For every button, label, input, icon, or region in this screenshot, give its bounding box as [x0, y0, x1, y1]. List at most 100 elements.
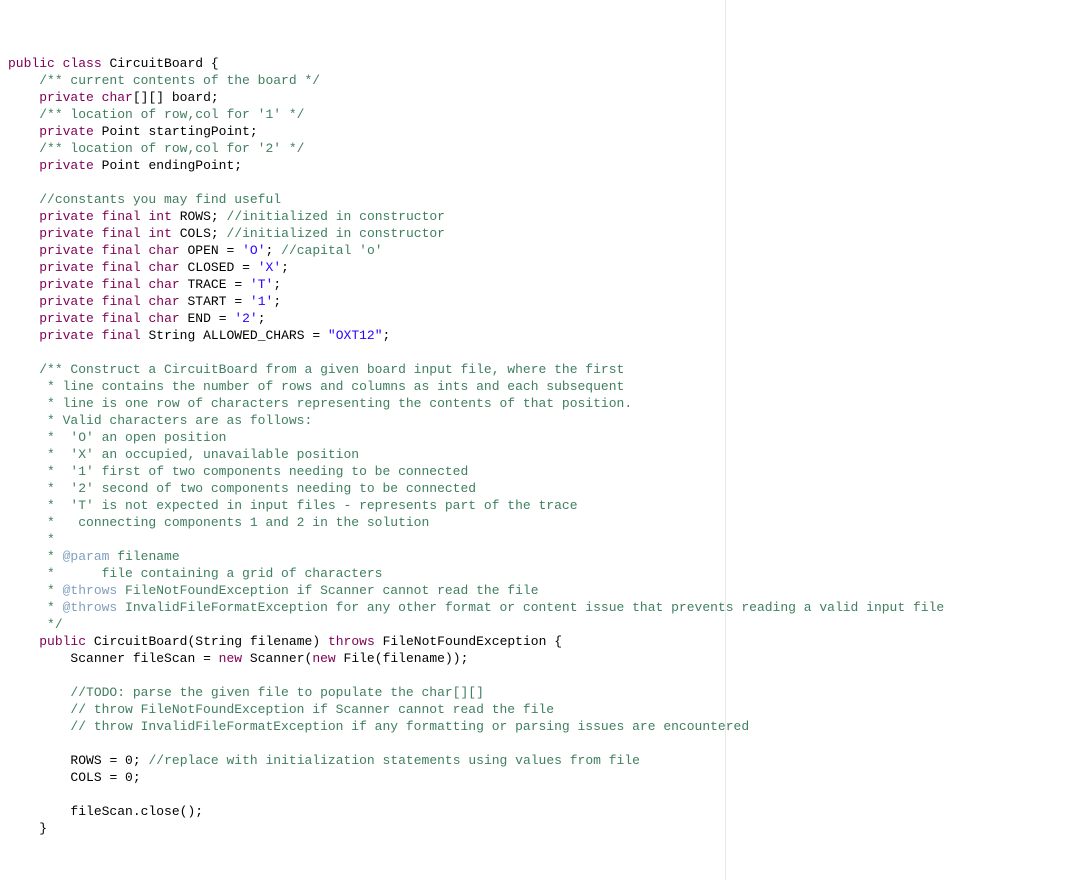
comment: /** location of row,col for '1' */ [39, 107, 304, 122]
var: fileScan [70, 804, 132, 819]
keyword: public [39, 634, 86, 649]
type: Point [102, 158, 141, 173]
end: )); [445, 651, 468, 666]
keyword: final [102, 328, 141, 343]
class-name: CircuitBoard [109, 56, 203, 71]
field: START [188, 294, 227, 309]
comment: // throw InvalidFileFormatException if a… [70, 719, 749, 734]
char-literal: 'T' [250, 277, 273, 292]
javadoc-tag: @param [63, 549, 110, 564]
comment: //replace with initialization statements… [148, 753, 639, 768]
javadoc-line: * 'X' an occupied, unavailable position [39, 447, 359, 462]
javadoc-line: * Valid characters are as follows: [39, 413, 312, 428]
keyword: private [39, 158, 94, 173]
keyword: private [39, 226, 94, 241]
keyword: private [39, 260, 94, 275]
eq: = [227, 294, 250, 309]
semi: ; [258, 311, 266, 326]
type: Scanner [70, 651, 125, 666]
keyword: final [102, 243, 141, 258]
comment: //capital 'o' [281, 243, 382, 258]
keyword: final [102, 209, 141, 224]
javadoc-line: * '2' second of two components needing t… [39, 481, 476, 496]
javadoc-line: * 'O' an open position [39, 430, 226, 445]
javadoc-line: * 'T' is not expected in input files - r… [39, 498, 577, 513]
type: Point [102, 124, 141, 139]
keyword: final [102, 226, 141, 241]
brace: { [554, 634, 562, 649]
keyword: new [312, 651, 335, 666]
field: COLS [70, 770, 101, 785]
javadoc-pre: * [39, 549, 62, 564]
keyword: new [219, 651, 242, 666]
keyword: private [39, 277, 94, 292]
javadoc-pre: * [39, 600, 62, 615]
comment: //initialized in constructor [227, 226, 445, 241]
semi: ; [211, 90, 219, 105]
type: String [148, 328, 195, 343]
field: startingPoint [148, 124, 249, 139]
javadoc-line: * file containing a grid of characters [39, 566, 382, 581]
semi: ; [383, 328, 391, 343]
keyword: throws [328, 634, 375, 649]
keyword: final [102, 277, 141, 292]
type: Scanner [250, 651, 305, 666]
keyword: char [148, 294, 179, 309]
semi: ; [234, 158, 242, 173]
eq: = [102, 770, 125, 785]
string-literal: "OXT12" [328, 328, 383, 343]
javadoc-line: * connecting components 1 and 2 in the s… [39, 515, 429, 530]
field: COLS [180, 226, 211, 241]
field: ROWS [70, 753, 101, 768]
eq: = [219, 243, 242, 258]
keyword: char [148, 277, 179, 292]
javadoc-tag: @throws [63, 600, 118, 615]
keyword: private [39, 209, 94, 224]
field: ROWS [180, 209, 211, 224]
field: OPEN [188, 243, 219, 258]
param-type: String [195, 634, 242, 649]
javadoc-line: /** Construct a CircuitBoard from a give… [39, 362, 624, 377]
comment: //TODO: parse the given file to populate… [70, 685, 483, 700]
comment: // throw FileNotFoundException if Scanne… [70, 702, 554, 717]
keyword: private [39, 311, 94, 326]
comment: //constants you may find useful [39, 192, 281, 207]
keyword: int [148, 226, 171, 241]
exception: FileNotFoundException [383, 634, 547, 649]
eq: = [102, 753, 125, 768]
comment: //initialized in constructor [227, 209, 445, 224]
eq: = [305, 328, 328, 343]
field: TRACE [188, 277, 227, 292]
keyword: private [39, 294, 94, 309]
semi: ; [211, 226, 219, 241]
javadoc-tag: @throws [63, 583, 118, 598]
char-literal: 'X' [258, 260, 281, 275]
char-literal: '1' [250, 294, 273, 309]
keyword: char [148, 260, 179, 275]
eq: = [195, 651, 218, 666]
var: fileScan [133, 651, 195, 666]
keyword: private [39, 124, 94, 139]
semi: ; [281, 260, 289, 275]
keyword: private [39, 90, 94, 105]
type: File [344, 651, 375, 666]
print-margin [725, 0, 726, 880]
eq: = [234, 260, 257, 275]
javadoc-line: * '1' first of two components needing to… [39, 464, 468, 479]
brackets: [][] [133, 90, 172, 105]
javadoc-pre: * [39, 583, 62, 598]
eq: = [227, 277, 250, 292]
keyword: final [102, 311, 141, 326]
keyword: final [102, 294, 141, 309]
semi: ; [273, 277, 281, 292]
javadoc-rest: filename [109, 549, 179, 564]
num: 0 [125, 753, 133, 768]
keyword: public [8, 56, 55, 71]
code-block: public class CircuitBoard { /** current … [8, 56, 944, 836]
javadoc-line: */ [39, 617, 62, 632]
field: board [172, 90, 211, 105]
javadoc-line: * line is one row of characters represen… [39, 396, 632, 411]
keyword: char [102, 90, 133, 105]
field: endingPoint [148, 158, 234, 173]
eq: = [211, 311, 234, 326]
